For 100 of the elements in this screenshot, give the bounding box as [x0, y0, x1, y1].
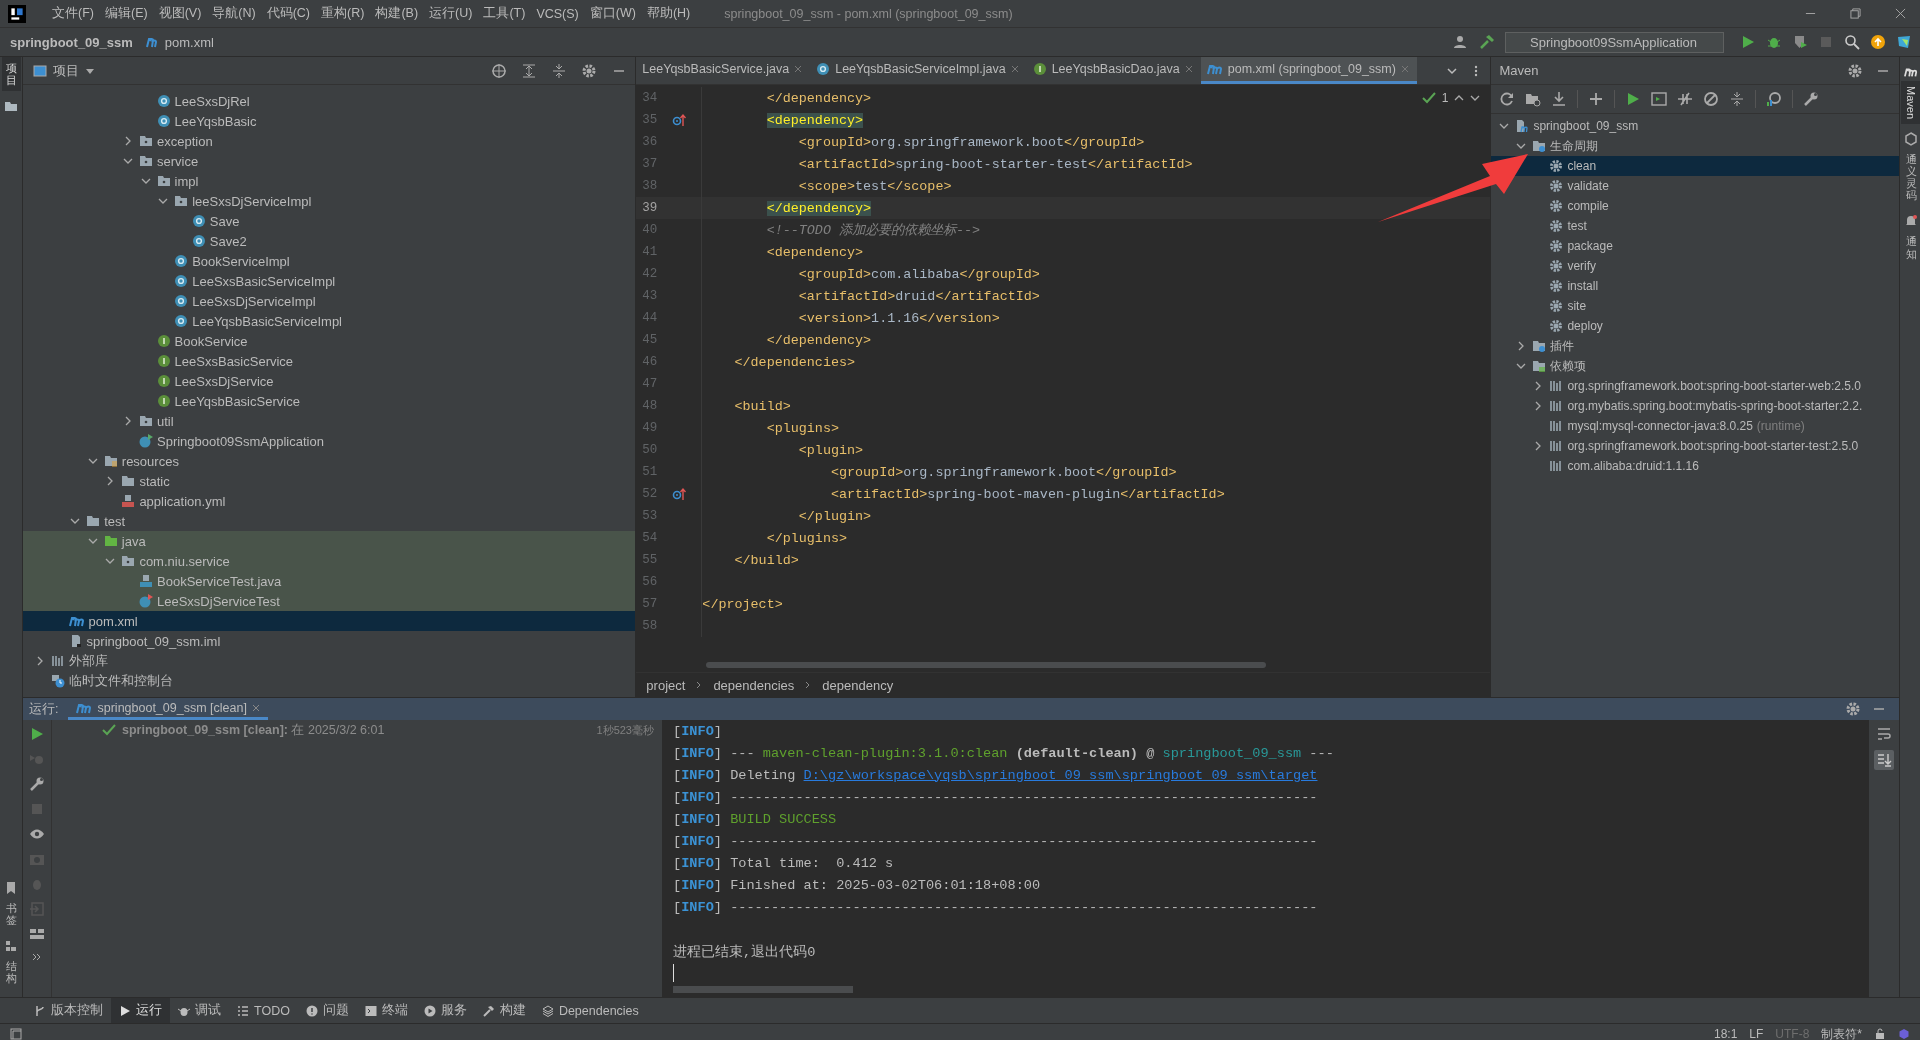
tree-item[interactable]: springboot_09_ssm.iml	[23, 631, 636, 651]
close-icon[interactable]	[794, 65, 803, 73]
tree-item[interactable]: resources	[23, 451, 636, 471]
override-marker-icon[interactable]	[672, 487, 687, 501]
close-icon[interactable]	[251, 703, 260, 712]
chevron-down-icon[interactable]	[1499, 121, 1510, 131]
tree-item[interactable]: application.yml	[23, 491, 636, 511]
tree-item[interactable]: test	[1491, 216, 1899, 236]
side-tab[interactable]: 项目	[1, 57, 21, 92]
tree-item[interactable]: BookService	[23, 331, 636, 351]
download-icon[interactable]	[1551, 91, 1568, 107]
tree-item[interactable]: Springboot09SsmApplication	[23, 431, 636, 451]
run-result[interactable]: springboot_09_ssm [clean]: 在 2025/3/2 6:01	[122, 721, 385, 739]
tree-item[interactable]: LeeSxsBasicServiceImpl	[23, 271, 636, 291]
tree-item[interactable]: mysql:mysql-connector-java:8.0.25 (runtime)	[1491, 416, 1899, 436]
chevron-down-icon[interactable]	[87, 536, 98, 546]
analyze-icon[interactable]	[1766, 91, 1783, 107]
override-marker-icon[interactable]	[672, 113, 687, 127]
lock-icon[interactable]	[1874, 1028, 1886, 1040]
rerun-icon[interactable]	[29, 726, 45, 742]
chevron-down-icon[interactable]	[105, 556, 116, 566]
chevron-down-icon[interactable]	[123, 156, 133, 166]
side-tab[interactable]: Maven	[1900, 81, 1920, 125]
close-icon[interactable]	[1184, 65, 1193, 73]
tree-item[interactable]: 外部库	[23, 651, 636, 671]
close-icon[interactable]	[1010, 65, 1019, 73]
run-icon[interactable]	[1740, 34, 1756, 50]
side-tab[interactable]: 书签	[1, 896, 21, 931]
tree-item[interactable]: LeeYqsbBasicServiceImpl	[23, 311, 636, 331]
tool-window-tab[interactable]: Dependencies	[533, 998, 647, 1023]
menu-item[interactable]: 重构(R)	[316, 5, 370, 22]
tree-item[interactable]: 插件	[1491, 336, 1899, 356]
update-icon[interactable]	[1870, 34, 1886, 50]
checkmark-icon[interactable]	[1421, 91, 1436, 105]
tree-item[interactable]: LeeSxsDjRel	[23, 91, 636, 111]
tree-item[interactable]: LeeSxsBasicService	[23, 351, 636, 371]
locate-icon[interactable]	[491, 62, 508, 79]
chevron-down-icon[interactable]	[70, 516, 81, 526]
tree-item[interactable]: 临时文件和控制台	[23, 671, 636, 691]
tree-item[interactable]: util	[23, 411, 636, 431]
layout-icon[interactable]	[29, 926, 45, 942]
tree-item[interactable]: Save	[23, 211, 636, 231]
expand-all-icon[interactable]	[521, 62, 538, 79]
panel-toggle-icon[interactable]	[10, 1028, 22, 1040]
tree-item[interactable]: com.alibaba:druid:1.1.16	[1491, 456, 1899, 476]
breadcrumb-item[interactable]: springboot_09_ssm	[10, 34, 133, 50]
chevron-down-icon[interactable]	[140, 176, 151, 186]
tree-item[interactable]: BookServiceImpl	[23, 251, 636, 271]
chevron-down-icon[interactable]	[1470, 93, 1481, 103]
editor-tab[interactable]: pom.xml (springboot_09_ssm)	[1200, 57, 1417, 84]
tree-item[interactable]: LeeSxsDjServiceImpl	[23, 291, 636, 311]
menu-item[interactable]: 代码(C)	[261, 5, 316, 22]
tree-item[interactable]: BookServiceTest.java	[23, 571, 636, 591]
console-icon[interactable]	[1651, 91, 1668, 107]
tool-window-tab[interactable]: 调试	[170, 998, 229, 1023]
tree-item[interactable]: clean	[1491, 156, 1899, 176]
horizontal-scrollbar[interactable]	[673, 986, 853, 993]
tree-item[interactable]: java	[23, 531, 636, 551]
tree-item[interactable]: 生命周期	[1491, 136, 1899, 156]
editor-tab[interactable]: LeeYqsbBasicServiceImpl.java	[810, 57, 1027, 84]
reload-icon[interactable]	[1499, 91, 1516, 107]
menu-item[interactable]: VCS(S)	[531, 6, 584, 21]
breadcrumb-item[interactable]: pom.xml	[164, 34, 214, 50]
tool-window-tab[interactable]: 问题	[297, 998, 357, 1023]
run-tab[interactable]: springboot_09_ssm [clean]	[68, 698, 268, 720]
tool-window-tab[interactable]: 运行	[111, 998, 170, 1023]
chevron-down-icon[interactable]	[1516, 361, 1527, 371]
wrench-icon[interactable]	[1803, 91, 1820, 107]
chevron-right-icon[interactable]	[123, 416, 133, 426]
menu-item[interactable]: 视图(V)	[153, 5, 207, 22]
tool-window-tab[interactable]: 构建	[474, 998, 534, 1023]
menu-item[interactable]: 构建(B)	[370, 5, 424, 22]
chevron-down-icon[interactable]	[158, 196, 169, 206]
tree-item[interactable]: impl	[23, 171, 636, 191]
chevron-right-icon[interactable]	[123, 136, 133, 146]
toggle-offline-icon[interactable]	[1677, 91, 1694, 107]
side-tab[interactable]: 结构	[1, 954, 21, 989]
problem-count[interactable]: 1	[1441, 91, 1449, 105]
plugin-logo-icon[interactable]	[1896, 34, 1912, 50]
chevron-right-icon[interactable]	[35, 656, 45, 666]
tree-item[interactable]: springboot_09_ssm	[1491, 116, 1899, 136]
tree-item[interactable]: compile	[1491, 196, 1899, 216]
chevron-up-icon[interactable]	[1454, 93, 1465, 103]
tree-item[interactable]: org.mybatis.spring.boot:mybatis-spring-boot-starter:2.2.	[1491, 396, 1899, 416]
tree-item[interactable]: LeeSxsDjServiceTest	[23, 591, 636, 611]
tree-item[interactable]: static	[23, 471, 636, 491]
breadcrumb-item[interactable]: dependencies	[713, 677, 795, 693]
wrench-icon[interactable]	[29, 776, 45, 792]
horizontal-scrollbar[interactable]	[706, 662, 1267, 668]
chevron-down-icon[interactable]	[87, 456, 98, 466]
tree-item[interactable]: site	[1491, 296, 1899, 316]
status-item[interactable]: 18:1	[1713, 1027, 1738, 1040]
tree-item[interactable]: com.niu.service	[23, 551, 636, 571]
close-icon[interactable]	[1895, 8, 1906, 19]
panel-title[interactable]: 项目	[53, 61, 79, 80]
tree-item[interactable]: org.springframework.boot:spring-boot-starter-test:2.5.0	[1491, 436, 1899, 456]
tree-item[interactable]: LeeYqsbBasicService	[23, 391, 636, 411]
tree-item[interactable]: service	[23, 151, 636, 171]
editor-tab[interactable]: LeeYqsbBasicService.java	[636, 57, 811, 84]
restore-icon[interactable]	[1850, 8, 1861, 19]
